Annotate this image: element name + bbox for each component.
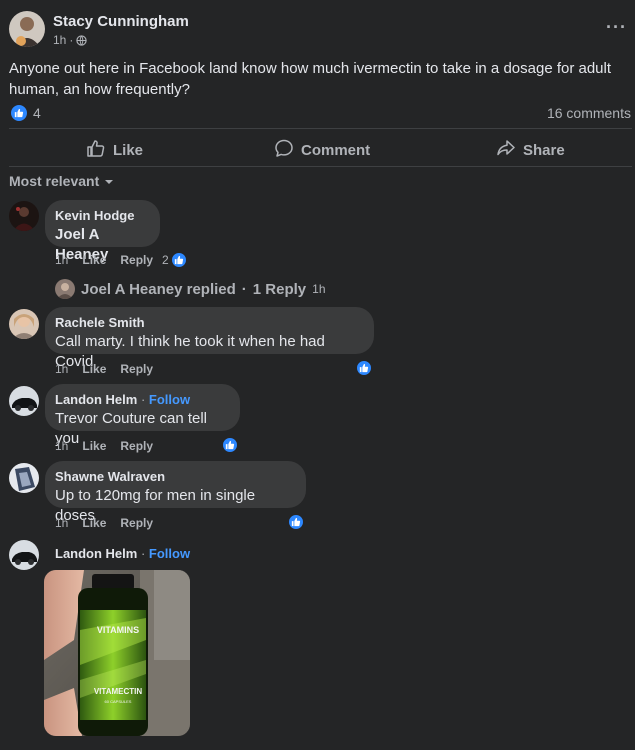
- more-options-icon[interactable]: ···: [606, 17, 627, 38]
- follow-button[interactable]: Follow: [149, 546, 190, 561]
- bottle-product-text: VITAMECTIN: [94, 687, 143, 696]
- comment-time[interactable]: 1h: [55, 516, 68, 530]
- comment-like-button[interactable]: Like: [82, 362, 106, 376]
- post-meta: 1h ·: [53, 33, 88, 47]
- name-separator: ·: [137, 392, 149, 407]
- replier-text: Joel A Heaney replied: [81, 280, 236, 298]
- commenter-name[interactable]: Kevin Hodge: [55, 207, 148, 224]
- comment-reply-button[interactable]: Reply: [120, 362, 153, 376]
- like-reaction-icon[interactable]: [222, 437, 238, 453]
- comment-actions: 1h Like Reply: [55, 362, 153, 376]
- replies-summary[interactable]: Joel A Heaney replied · 1 Reply 1h: [55, 279, 326, 299]
- comment-like-button[interactable]: Like: [82, 439, 106, 453]
- comment-reaction-number: 2: [162, 253, 169, 267]
- commenter-avatar[interactable]: [9, 309, 39, 339]
- comment-time[interactable]: 1h: [55, 439, 68, 453]
- like-reaction-icon[interactable]: [288, 514, 304, 530]
- post-author-avatar[interactable]: [9, 11, 45, 47]
- post-text: Anyone out here in Facebook land know ho…: [9, 60, 612, 98]
- comment-like-button[interactable]: Like: [82, 516, 106, 530]
- comment-bubble: Shawne Walraven Up to 120mg for men in s…: [45, 461, 306, 524]
- divider-bottom: [9, 166, 632, 167]
- comment-button-label: Comment: [301, 141, 371, 159]
- follow-button[interactable]: Follow: [149, 392, 190, 407]
- commenter-name[interactable]: Landon Helm: [55, 392, 137, 407]
- comment-reply-button[interactable]: Reply: [120, 439, 153, 453]
- comment-reply-button[interactable]: Reply: [120, 516, 153, 530]
- comment-reaction-count[interactable]: 2: [162, 252, 187, 268]
- commenter-name-row: Landon Helm · Follow: [55, 391, 228, 408]
- share-button[interactable]: Share: [496, 138, 565, 162]
- comment-reply-button[interactable]: Reply: [120, 253, 153, 267]
- comment-button[interactable]: Comment: [274, 138, 370, 162]
- commenter-avatar[interactable]: [9, 540, 39, 570]
- commenter-avatar[interactable]: [9, 386, 39, 416]
- share-icon: [496, 138, 516, 162]
- comment-count[interactable]: 16 comments: [547, 105, 631, 121]
- post-time[interactable]: 1h: [53, 33, 66, 47]
- comment-sort-dropdown[interactable]: Most relevant: [9, 173, 114, 189]
- commenter-name[interactable]: Landon Helm: [55, 546, 137, 561]
- commenter-name[interactable]: Shawne Walraven: [55, 468, 294, 485]
- comment-time[interactable]: 1h: [55, 253, 68, 267]
- comment-actions: 1h Like Reply: [55, 253, 153, 267]
- like-reaction-icon[interactable]: [356, 360, 372, 376]
- divider-top: [9, 128, 632, 129]
- reply-count: 1 Reply: [252, 280, 307, 298]
- bottle-brand-text: VITAMINS: [97, 625, 139, 635]
- sort-label: Most relevant: [9, 173, 100, 189]
- post-author-name[interactable]: Stacy Cunningham: [53, 13, 189, 30]
- reply-time: 1h: [312, 282, 326, 296]
- comment-bubble: Kevin Hodge Joel A Heaney: [45, 200, 160, 263]
- globe-icon: [76, 34, 88, 46]
- reaction-count[interactable]: 4: [33, 105, 41, 121]
- name-separator: ·: [137, 546, 149, 561]
- comment-icon: [274, 138, 294, 162]
- commenter-avatar[interactable]: [9, 463, 39, 493]
- comment-bubble: Landon Helm · Follow Trevor Couture can …: [45, 384, 240, 447]
- commenter-name[interactable]: Rachele Smith: [55, 314, 362, 331]
- replier-avatar: [55, 279, 75, 299]
- thumbs-up-icon: [86, 138, 106, 162]
- commenter-avatar[interactable]: [9, 201, 39, 231]
- meta-separator: ·: [69, 33, 74, 47]
- like-button[interactable]: Like: [86, 138, 143, 162]
- caret-down-icon: [104, 173, 114, 189]
- comment-actions: 1h Like Reply: [55, 516, 153, 530]
- like-reaction-icon[interactable]: [10, 104, 28, 122]
- comment-actions: 1h Like Reply: [55, 439, 153, 453]
- comment-photo[interactable]: VITAMINS VITAMECTIN 60 CAPSULES: [44, 570, 190, 736]
- bottle-sub-text: 60 CAPSULES: [105, 699, 132, 704]
- comment-time[interactable]: 1h: [55, 362, 68, 376]
- share-button-label: Share: [523, 141, 565, 159]
- reply-separator: ·: [241, 280, 247, 298]
- commenter-name-row: Landon Helm · Follow: [55, 545, 190, 562]
- like-reaction-icon: [170, 252, 187, 268]
- like-button-label: Like: [113, 141, 144, 159]
- comment-bubble: Rachele Smith Call marty. I think he too…: [45, 307, 374, 370]
- comment-like-button[interactable]: Like: [82, 253, 106, 267]
